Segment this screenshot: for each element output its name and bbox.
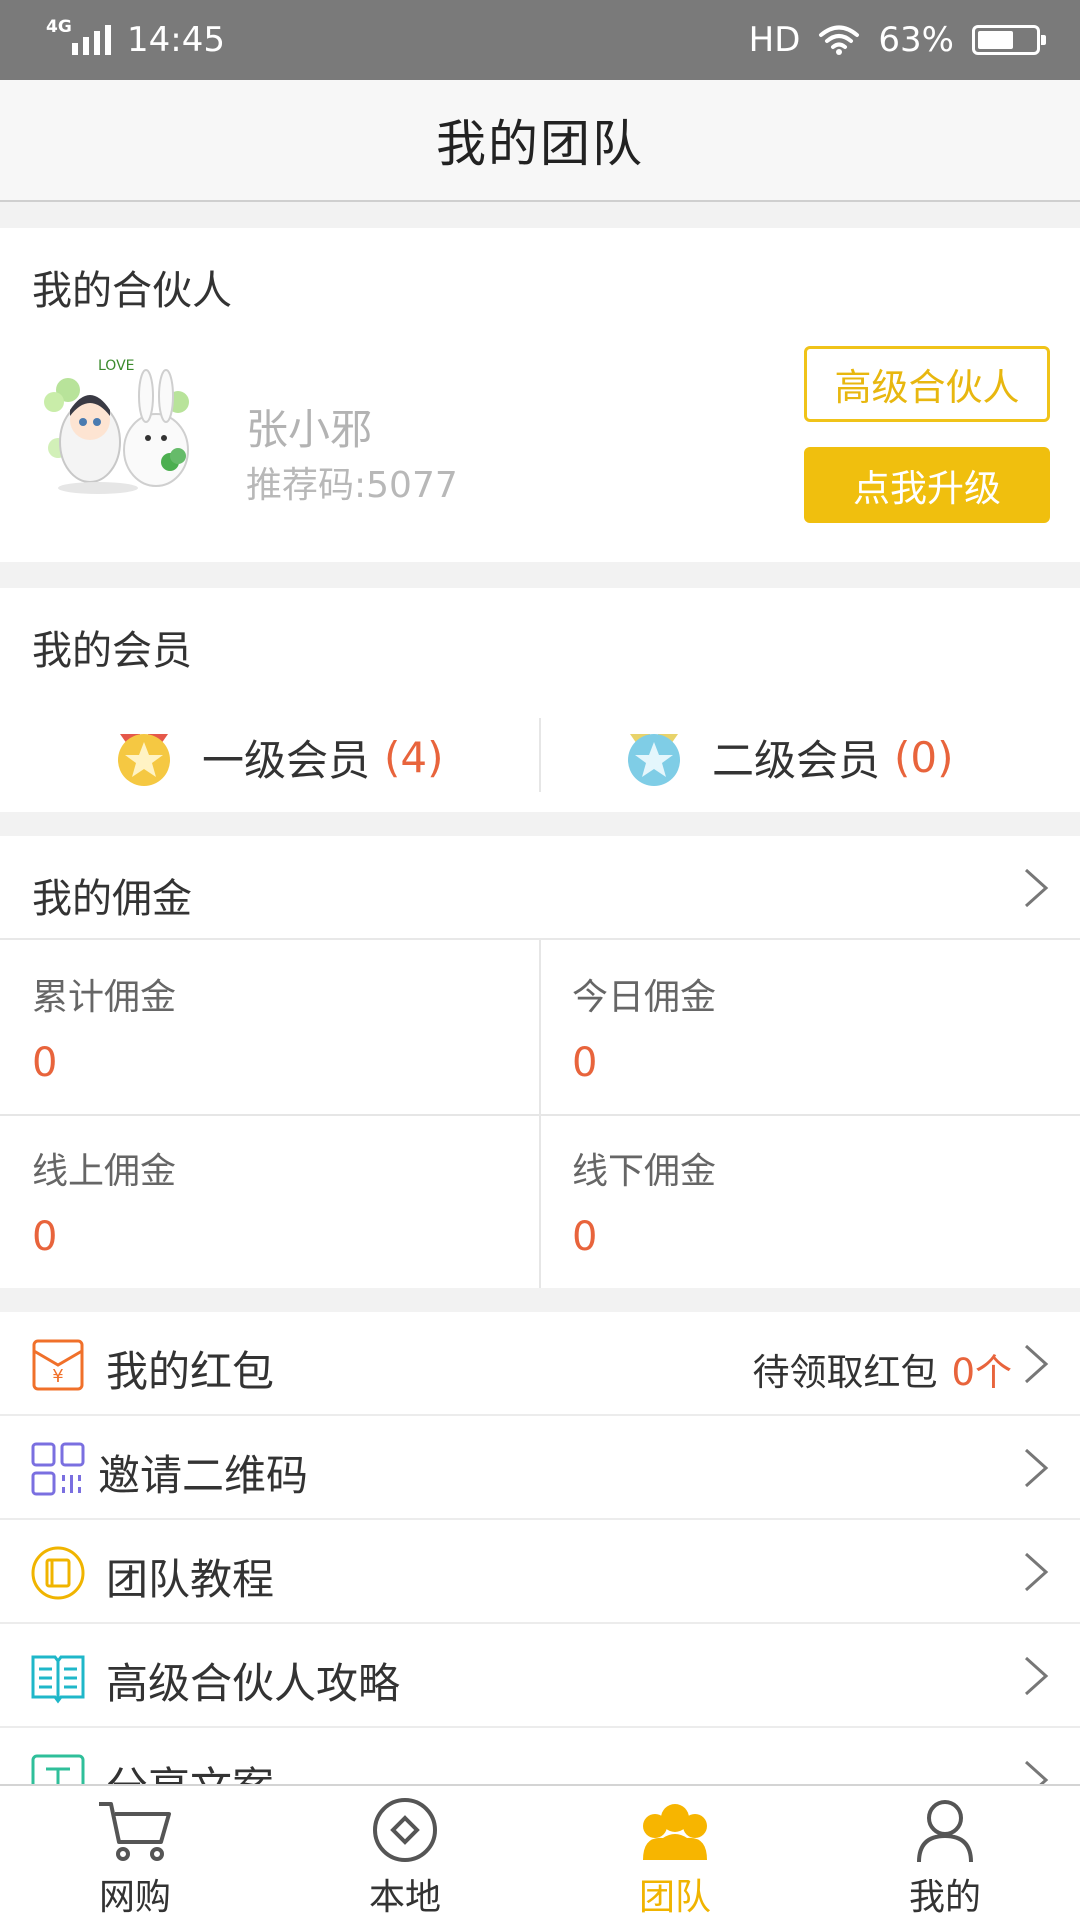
gold-star-medal-icon [118,734,170,786]
tab-bar: 网购 本地 团队 我的 [0,1784,1080,1920]
navigation-bar: 我的团队 [0,80,1080,202]
network-type: 4G [46,17,72,37]
tab-label: 网购 [98,1877,171,1918]
pending-label: 待领取红包 [752,1351,938,1394]
partner-name: 张小邪 [246,405,373,454]
tab-mine[interactable]: 我的 [810,1786,1080,1920]
qr-code-icon [31,1442,85,1496]
offline-commission-value: 0 [572,1214,598,1260]
partner-card: 我的合伙人 LOVE 张小邪 推荐码:5077 高级合伙人 点我升级 [0,228,1080,562]
chevron-right-icon [1024,868,1049,908]
level1-members-count: (4) [384,732,444,782]
level2-members-label: 二级会员 [712,735,881,785]
online-commission-value: 0 [32,1214,58,1260]
book-icon [31,1546,85,1600]
online-commission-cell: 线上佣金 0 [0,1114,540,1288]
tab-label: 团队 [638,1877,711,1918]
today-commission-value: 0 [572,1040,598,1086]
avatar[interactable]: LOVE [28,350,214,500]
level2-members-count: (0) [894,732,954,782]
chevron-right-icon [1024,1344,1049,1384]
divider [539,940,541,1288]
partner-section-title: 我的合伙人 [32,268,232,314]
level2-members-item[interactable]: 二级会员 (0) [620,722,954,792]
tab-label: 我的 [908,1877,981,1918]
battery-icon [972,25,1046,55]
chevron-right-icon [1024,1448,1049,1488]
menu-label: 我的红包 [106,1347,275,1396]
red-envelope-icon: ¥ [32,1339,84,1391]
menu-item-red-envelope[interactable]: ¥ 我的红包 待领取红包 0个 [0,1312,1080,1416]
members-section-title: 我的会员 [32,628,192,674]
tab-team[interactable]: 团队 [540,1786,810,1920]
menu-item-invite-qr[interactable]: 邀请二维码 [0,1416,1080,1520]
status-bar: 4G 14:45 HD 63% [0,0,1080,80]
menu-item-team-tutorial[interactable]: 团队教程 [0,1520,1080,1624]
online-commission-label: 线上佣金 [32,1151,177,1192]
menu-list: ¥ 我的红包 待领取红包 0个 邀请二维码 团队教程 高级合伙人攻略 分享文案 [0,1312,1080,1792]
commission-header[interactable]: 我的佣金 [0,836,1080,940]
total-commission-cell: 累计佣金 0 [0,940,540,1114]
pending-red-envelope: 待领取红包 0个 [752,1342,1012,1396]
tab-local[interactable]: 本地 [270,1786,540,1920]
tab-online-shopping[interactable]: 网购 [0,1786,270,1920]
menu-item-share-text[interactable]: 分享文案 [0,1728,1080,1792]
menu-item-senior-partner-guide[interactable]: 高级合伙人攻略 [0,1624,1080,1728]
hd-indicator: HD [748,20,801,60]
menu-label: 高级合伙人攻略 [106,1659,401,1708]
referral-code: 推荐码:5077 [246,465,458,506]
chevron-right-icon [1024,1656,1049,1696]
upgrade-button[interactable]: 点我升级 [804,447,1050,523]
level1-members-label: 一级会员 [202,735,371,785]
wifi-icon [819,25,860,55]
open-book-icon [31,1655,85,1704]
pending-count: 0个 [951,1351,1012,1394]
level1-members-item[interactable]: 一级会员 (4) [110,722,444,792]
location-diamond-icon [373,1798,437,1862]
blue-star-medal-icon [628,734,680,786]
battery-percent: 63% [878,20,954,60]
offline-commission-cell: 线下佣金 0 [540,1114,1080,1288]
svg-text:¥: ¥ [52,1366,63,1387]
person-icon [917,1800,973,1863]
status-time: 14:45 [127,20,225,60]
tab-label: 本地 [368,1877,441,1918]
page-title: 我的团队 [436,115,644,173]
divider [539,718,541,792]
today-commission-label: 今日佣金 [572,977,717,1018]
commission-card: 我的佣金 累计佣金 0 今日佣金 0 线上佣金 0 线下佣金 0 [0,836,1080,1288]
svg-text:LOVE: LOVE [98,358,135,374]
today-commission-cell: 今日佣金 0 [540,940,1080,1114]
offline-commission-label: 线下佣金 [572,1151,717,1192]
cart-icon [99,1802,171,1861]
partner-level-button[interactable]: 高级合伙人 [804,346,1050,422]
members-card: 我的会员 一级会员 (4) 二级会员 (0) [0,588,1080,812]
team-icon [643,1804,707,1860]
commission-section-title: 我的佣金 [32,876,192,922]
total-commission-value: 0 [32,1040,58,1086]
menu-label: 邀请二维码 [98,1451,309,1500]
signal-icon: 4G [46,17,111,55]
total-commission-label: 累计佣金 [32,977,177,1018]
menu-label: 团队教程 [106,1555,275,1604]
chevron-right-icon [1024,1552,1049,1592]
